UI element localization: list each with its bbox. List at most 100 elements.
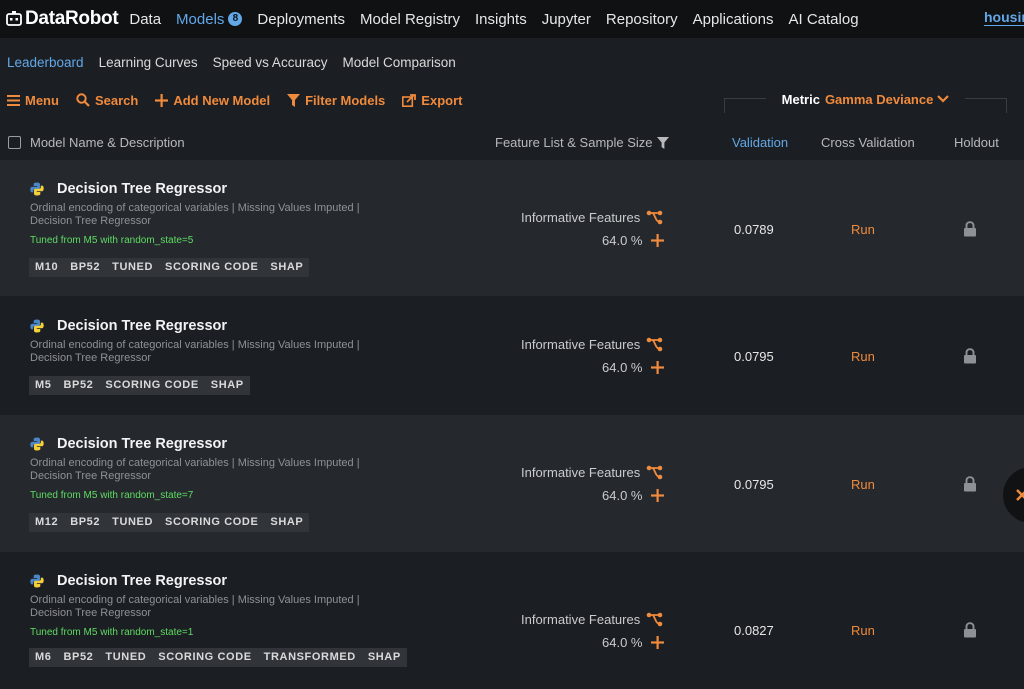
branch-icon[interactable] xyxy=(646,465,663,480)
run-cross-validation-link[interactable]: Run xyxy=(851,222,875,237)
search-label: Search xyxy=(94,92,139,108)
table-row[interactable]: Decision Tree Regressor Ordinal encoding… xyxy=(0,552,1024,689)
run-cross-validation-link[interactable]: Run xyxy=(851,349,875,364)
lock-icon xyxy=(964,221,976,237)
python-icon xyxy=(30,182,44,196)
plus-icon[interactable] xyxy=(651,360,665,374)
plus-icon[interactable] xyxy=(651,233,665,247)
export-icon xyxy=(402,93,417,107)
nav-item-insights[interactable]: Insights xyxy=(475,11,527,28)
lock-icon xyxy=(964,622,976,638)
branch-icon[interactable] xyxy=(646,337,663,352)
column-header-cross-validation[interactable]: Cross Validation xyxy=(821,135,915,150)
project-name-link[interactable]: housing xyxy=(984,9,1024,26)
filter-icon xyxy=(287,93,301,107)
tab-speed-vs-accuracy[interactable]: Speed vs Accuracy xyxy=(213,55,328,70)
tab-learning-curves[interactable]: Learning Curves xyxy=(99,55,198,70)
model-tag: TUNED xyxy=(106,513,160,532)
model-title[interactable]: Decision Tree Regressor xyxy=(30,573,227,589)
nav-item-jupyter[interactable]: Jupyter xyxy=(542,11,591,28)
column-header-model-name[interactable]: Model Name & Description xyxy=(30,135,185,150)
metric-value: Gamma Deviance xyxy=(824,91,934,107)
run-cross-validation-link[interactable]: Run xyxy=(851,623,875,638)
feature-list-cell: Informative Features 64.0 % xyxy=(521,336,671,375)
feature-list-header-label: Feature List & Sample Size xyxy=(495,135,653,150)
sample-size: 64.0 % xyxy=(602,359,643,375)
model-title[interactable]: Decision Tree Regressor xyxy=(30,181,227,197)
search-button[interactable]: Search xyxy=(76,93,138,108)
export-button[interactable]: Export xyxy=(402,93,462,108)
column-header-holdout[interactable]: Holdout xyxy=(954,135,999,150)
filter-models-button[interactable]: Filter Models xyxy=(287,93,385,108)
tuned-note: Tuned from M5 with random_state=5 xyxy=(30,235,194,246)
metric-label: Metric xyxy=(781,91,820,107)
model-name[interactable]: Decision Tree Regressor xyxy=(57,318,227,334)
plus-icon[interactable] xyxy=(651,635,665,649)
select-all-checkbox[interactable] xyxy=(8,136,21,149)
model-tag: M10 xyxy=(29,258,65,277)
export-label: Export xyxy=(421,92,463,108)
plus-icon[interactable] xyxy=(651,488,665,502)
python-icon xyxy=(30,319,44,333)
feature-list-name: Informative Features xyxy=(521,209,641,225)
model-tag: M5 xyxy=(29,376,58,395)
top-navigation: DataRobot Data Models 8 Deployments Mode… xyxy=(0,0,1024,38)
branch-icon[interactable] xyxy=(646,210,663,225)
leaderboard-header: Model Name & Description Feature List & … xyxy=(0,128,1024,158)
filter-models-label: Filter Models xyxy=(305,92,386,108)
add-new-model-button[interactable]: Add New Model xyxy=(155,93,270,108)
branch-icon[interactable] xyxy=(646,612,663,627)
model-tags: M5 BP52 SCORING CODE SHAP xyxy=(29,376,250,395)
table-row[interactable]: Decision Tree Regressor Ordinal encoding… xyxy=(0,160,1024,296)
menu-button[interactable]: Menu xyxy=(7,93,59,108)
tab-leaderboard[interactable]: Leaderboard xyxy=(7,55,84,70)
robot-icon xyxy=(6,11,22,26)
metric-selector[interactable]: Metric Gamma Deviance xyxy=(724,86,1007,113)
model-tag: TUNED xyxy=(99,648,153,667)
tab-model-comparison[interactable]: Model Comparison xyxy=(342,55,455,70)
validation-score: 0.0795 xyxy=(734,349,774,364)
nav-item-applications[interactable]: Applications xyxy=(693,11,774,28)
tuned-note: Tuned from M5 with random_state=7 xyxy=(30,490,194,501)
model-tag: BP52 xyxy=(64,258,107,277)
model-description: Ordinal encoding of categorical variable… xyxy=(30,339,360,364)
column-header-feature-list[interactable]: Feature List & Sample Size xyxy=(495,135,669,150)
feature-list-cell: Informative Features 64.0 % xyxy=(521,611,671,650)
model-title[interactable]: Decision Tree Regressor xyxy=(30,318,227,334)
filter-icon[interactable] xyxy=(656,136,669,149)
model-title[interactable]: Decision Tree Regressor xyxy=(30,436,227,452)
model-tags: M12 BP52 TUNED SCORING CODE SHAP xyxy=(29,513,310,532)
feature-list-cell: Informative Features 64.0 % xyxy=(521,464,671,503)
model-tag: SCORING CODE xyxy=(159,258,265,277)
table-row[interactable]: Decision Tree Regressor Ordinal encoding… xyxy=(0,415,1024,552)
nav-item-ai-catalog[interactable]: AI Catalog xyxy=(789,11,859,28)
python-icon xyxy=(30,437,44,451)
nav-item-repository[interactable]: Repository xyxy=(606,11,678,28)
models-count-badge: 8 xyxy=(228,12,243,26)
model-description: Ordinal encoding of categorical variable… xyxy=(30,594,360,619)
model-name[interactable]: Decision Tree Regressor xyxy=(57,436,227,452)
nav-item-models[interactable]: Models 8 xyxy=(176,11,243,28)
column-header-validation[interactable]: Validation xyxy=(732,135,788,150)
nav-item-model-registry[interactable]: Model Registry xyxy=(360,11,460,28)
chevron-down-icon xyxy=(937,95,950,103)
sample-size: 64.0 % xyxy=(602,487,643,503)
run-cross-validation-link[interactable]: Run xyxy=(851,477,875,492)
model-name[interactable]: Decision Tree Regressor xyxy=(57,573,227,589)
feature-list-cell: Informative Features 64.0 % xyxy=(521,209,671,248)
nav-item-deployments[interactable]: Deployments xyxy=(257,11,345,28)
model-tag: SHAP xyxy=(204,376,250,395)
validation-score: 0.0795 xyxy=(734,477,774,492)
sample-size: 64.0 % xyxy=(602,232,643,248)
model-name[interactable]: Decision Tree Regressor xyxy=(57,181,227,197)
menu-label: Menu xyxy=(25,92,59,108)
model-tags: M6 BP52 TUNED SCORING CODE TRANSFORMED S… xyxy=(29,648,407,667)
brand-name: DataRobot xyxy=(25,8,119,29)
table-row[interactable]: Decision Tree Regressor Ordinal encoding… xyxy=(0,296,1024,415)
nav-item-data[interactable]: Data xyxy=(129,11,161,28)
model-tag: SCORING CODE xyxy=(152,648,258,667)
lock-icon xyxy=(964,348,976,364)
datarobot-logo[interactable]: DataRobot xyxy=(6,8,119,30)
model-description: Ordinal encoding of categorical variable… xyxy=(30,457,360,482)
model-tag: BP52 xyxy=(57,648,100,667)
